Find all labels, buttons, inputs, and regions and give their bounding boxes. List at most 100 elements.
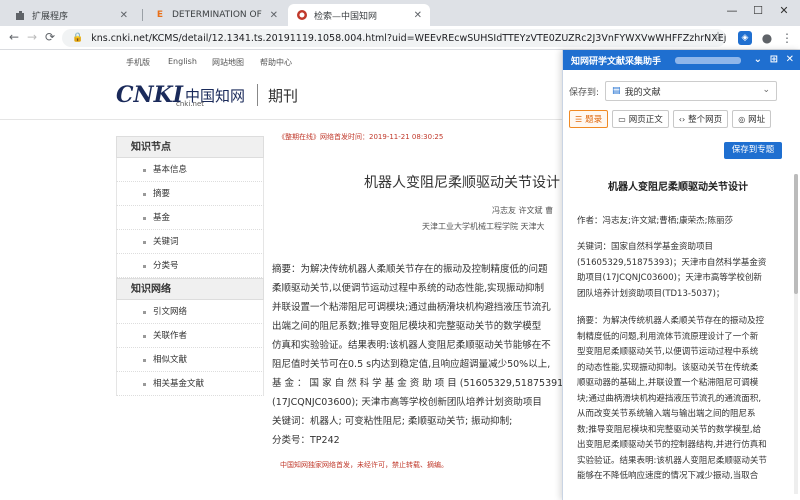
maximize-icon[interactable]: ☐	[745, 4, 771, 17]
nav-item-keywords[interactable]: 关键词	[116, 230, 264, 254]
nav-item-related-authors[interactable]: 关联作者	[116, 324, 264, 348]
copyright-notice: 中国知网独家网络首发，未经许可，禁止转载、摘编。	[280, 461, 448, 469]
close-icon[interactable]: ✕	[414, 10, 422, 21]
close-icon[interactable]: ✕	[270, 10, 278, 21]
mode-label: 网页正文	[628, 115, 663, 125]
reload-icon[interactable]: ⟳	[42, 30, 58, 44]
panel-preview: 机器人变阻尼柔顺驱动关节设计 作者：冯志友;许文斌;曹栖;康荣杰;陈丽莎 关键词…	[563, 166, 800, 500]
preview-line: 实验验证。结果表明:该机器人变阻尼柔顺驱动关节	[577, 455, 767, 466]
document-icon: ▭	[618, 114, 626, 124]
preview-line: 制精度低的问题,利用流体节流原理设计了一个新	[577, 331, 759, 342]
tab-extensions[interactable]: 扩展程序 ✕	[6, 4, 136, 26]
account-icon[interactable]: ●	[760, 31, 774, 45]
back-icon[interactable]: ←	[6, 30, 22, 44]
preview-line: 块;通过曲柄滑块机构避挡液压节流孔的通流面积,	[577, 393, 762, 404]
site-brand: CNKI 中国知网 cnki.net 期刊	[116, 78, 298, 112]
preview-line: 关键词：国家自然科学基金资助项目	[577, 242, 714, 252]
window-close-icon[interactable]: ✕	[771, 4, 797, 17]
mode-page-text-button[interactable]: ▭ 网页正文	[612, 110, 669, 128]
tab-cnki-search[interactable]: 检索—中国知网 ✕	[288, 4, 430, 26]
mode-citation-button[interactable]: ☰ 题录	[569, 110, 609, 128]
abstract-line: 阻尼值时关节可在0.5 s内达到稳定值,且响应超调量减少50%以上,	[272, 359, 551, 370]
pin-icon[interactable]: ⊞	[770, 54, 778, 65]
extension-icon[interactable]: ◈	[738, 31, 752, 45]
topnav-english[interactable]: English	[168, 57, 197, 66]
forward-icon[interactable]: →	[24, 30, 40, 44]
preview-line: 从而改变关节系统输入端与输出端之间的阻尼系	[577, 409, 756, 419]
globe-icon: ◎	[738, 114, 746, 124]
preview-line: 助项目(17JCQNJC03600)；天津市高等学校创新	[577, 273, 762, 283]
browser-tabstrip: 扩展程序 ✕ E DETERMINATION OF KINETI ✕ 检索—中国…	[0, 0, 800, 26]
abstract-line: 摘要：为解决传统机器人柔顺关节存在的振动及控制精度低的问题	[272, 264, 548, 275]
abstract-line: 仿真和实验验证。结果表明:该机器人变阻尼柔顺驱动关节能够在不	[272, 340, 551, 351]
fund-line: 基 金 ： 国 家 自 然 科 学 基 金 资 助 项 目 (51605329,…	[272, 378, 562, 389]
article-title: 机器人变阻尼柔顺驱动关节设计	[364, 175, 560, 191]
tab-divider	[142, 9, 143, 21]
scrollbar-thumb[interactable]	[794, 174, 798, 294]
left-nav: 知识节点 基本信息 摘要 基金 关键词 分类号 知识网络 引文网络 关联作者 相…	[116, 136, 264, 396]
capture-mode-toolbar: ☰ 题录 ▭ 网页正文 ‹› 整个网页 ◎ 网址	[569, 110, 772, 128]
account-name-redacted	[675, 56, 742, 64]
preview-abstract: 摘要：为解决传统机器人柔顺关节存在的振动及控 制精度低的问题,利用流体节流原理设…	[577, 314, 787, 485]
nav-item-related-fund-docs[interactable]: 相关基金文献	[116, 372, 264, 396]
save-to-select[interactable]: ▤ 我的文献 ⌄	[605, 81, 778, 101]
preview-title: 机器人变阻尼柔顺驱动关节设计	[608, 182, 748, 193]
tab-title: DETERMINATION OF KINETI	[172, 10, 264, 20]
article-authors[interactable]: 冯志友 许文斌 曹	[492, 205, 553, 216]
article-org[interactable]: 天津工业大学机械工程学院 天津大	[422, 221, 545, 232]
close-icon[interactable]: ✕	[120, 10, 128, 21]
preview-line: 的动态性能,实现振动抑制。该驱动关节在传统柔	[577, 362, 759, 373]
mode-label: 题录	[585, 115, 603, 125]
collapse-icon[interactable]: ⌄	[754, 54, 762, 65]
url-field[interactable]: 🔒 kns.cnki.net/KCMS/detail/12.1341.ts.20…	[62, 29, 726, 47]
tab-title: 扩展程序	[32, 11, 69, 22]
brand-name: 期刊	[268, 86, 299, 105]
nav-item-classification[interactable]: 分类号	[116, 254, 264, 278]
nav-section-knowledge-network: 知识网络	[116, 278, 264, 300]
preview-line: 型变阻尼柔顺驱动关节,以便调节运动过程中系统	[577, 347, 759, 357]
lock-icon: 🔒	[72, 33, 84, 43]
mode-whole-page-button[interactable]: ‹› 整个网页	[672, 110, 729, 128]
cnki-logo[interactable]: CNKI	[116, 82, 183, 108]
nav-item-citation-network[interactable]: 引文网络	[116, 300, 264, 324]
mode-url-button[interactable]: ◎ 网址	[732, 110, 772, 128]
topnav-mobile[interactable]: 手机版	[126, 57, 150, 68]
list-icon: ☰	[575, 114, 583, 124]
nav-section-knowledge-nodes: 知识节点	[116, 136, 264, 158]
panel-scrollbar[interactable]	[794, 174, 798, 494]
preview-keywords: 关键词：国家自然科学基金资助项目 (51605329,51875393)；天津市…	[577, 240, 787, 302]
topnav-help[interactable]: 帮助中心	[260, 57, 292, 68]
preview-line: 出变阻尼柔顺驱动关节的控制器结构,并进行仿真和	[577, 440, 767, 450]
folder-icon: ▤	[612, 86, 621, 96]
preview-line: (51605329,51875393)；天津市自然科学基金资	[577, 257, 767, 268]
menu-icon[interactable]: ⋮	[780, 31, 794, 45]
mode-label: 整个网页	[688, 115, 723, 125]
fund-line: (17JCQNJC03600); 天津市高等学校创新团队培养计划资助项目	[272, 397, 542, 408]
site-topnav: 手机版 English 网站地图 帮助中心	[0, 50, 562, 72]
brand-divider	[257, 84, 259, 106]
chevron-down-icon: ⌄	[762, 85, 771, 95]
nav-item-fund[interactable]: 基金	[116, 206, 264, 230]
classification-line: 分类号：TP242	[272, 435, 340, 446]
panel-title: 知网研学文献采集助手	[571, 56, 662, 67]
publish-time: 《整期在线》网络首发时间：2019-11-21 08:30:25	[278, 133, 444, 141]
preview-line: 团队培养计划资助项目(TD13-5037)；	[577, 288, 725, 299]
minimize-icon[interactable]: —	[719, 4, 745, 17]
star-icon[interactable]: ☆	[710, 29, 726, 43]
preview-authors: 作者：冯志友;许文斌;曹栖;康荣杰;陈丽莎	[577, 214, 787, 230]
save-to-topic-button[interactable]: 保存到专题	[724, 142, 782, 159]
abstract-line: 出端之间的阻尼系数;推导变阻尼模块和完整驱动关节的数学模型	[272, 321, 542, 332]
preview-line: 顺驱动器的基础上,并联设置一个粘滞阻尼可调模	[577, 378, 759, 388]
preview-line: 数;推导变阻尼模块和完整驱动关节的数学模型,给	[577, 424, 762, 435]
topnav-sitemap[interactable]: 网站地图	[212, 57, 244, 68]
preview-line: 能够在不降低响应速度的情况下减少振动,当取合	[577, 471, 759, 481]
nav-item-basic-info[interactable]: 基本信息	[116, 158, 264, 182]
article-main: 《整期在线》网络首发时间：2019-11-21 08:30:25 机器人变阻尼柔…	[272, 120, 562, 480]
mode-label: 网址	[748, 115, 766, 125]
nav-item-abstract[interactable]: 摘要	[116, 182, 264, 206]
collector-panel: 知网研学文献采集助手 ⌄ ⊞ ✕ 保存到: ▤ 我的文献 ⌄ ☰ 题录 ▭ 网页…	[562, 50, 800, 500]
close-icon[interactable]: ✕	[786, 54, 794, 65]
nav-item-similar-docs[interactable]: 相似文献	[116, 348, 264, 372]
abstract-line: 并联设置一个粘滞阻尼可调模块;通过曲柄滑块机构避挡液压节流孔	[272, 302, 551, 313]
tab-determination[interactable]: E DETERMINATION OF KINETI ✕	[146, 4, 286, 26]
